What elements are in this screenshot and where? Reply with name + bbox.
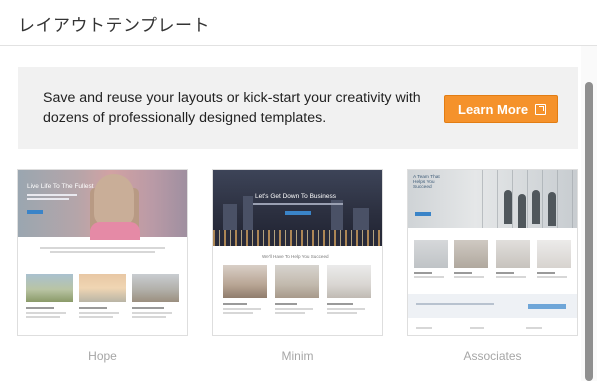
- thumbnail-text-line: [132, 307, 164, 309]
- thumbnail-text-line: [454, 276, 484, 278]
- thumbnail-button: [27, 210, 43, 214]
- thumbnail-text-line: [132, 316, 166, 318]
- thumbnail-hero-image: A Team That Helps You Succeed: [408, 170, 577, 228]
- thumbnail-text-line: [454, 272, 472, 274]
- thumbnail-text-line: [416, 327, 432, 329]
- thumbnail-text-line: [253, 203, 343, 205]
- thumbnail-section-title: We'll Have To Help You Succeed: [262, 254, 329, 259]
- thumbnail-image: [132, 274, 179, 302]
- thumbnail-text-line: [327, 308, 365, 310]
- thumbnail-text-line: [327, 303, 353, 305]
- template-thumbnail[interactable]: Let's Get Down To Business We'll Have To…: [213, 170, 382, 335]
- thumbnail-text-line: [275, 312, 305, 314]
- template-name: Associates: [463, 349, 522, 363]
- thumbnail-hero-title: Live Life To The Fullest: [27, 183, 94, 190]
- template-card-associates[interactable]: A Team That Helps You Succeed Associates: [408, 170, 577, 363]
- thumbnail-button: [285, 211, 311, 215]
- thumbnail-text-line: [416, 303, 494, 305]
- learn-more-label: Learn More: [458, 102, 529, 117]
- thumbnail-button: [415, 212, 431, 216]
- thumbnail-hero-title: Let's Get Down To Business: [255, 193, 336, 200]
- thumbnail-hero-image: Let's Get Down To Business: [213, 170, 382, 246]
- thumbnail-image: [275, 265, 319, 298]
- banner-text: Save and reuse your layouts or kick-star…: [43, 90, 421, 126]
- thumbnail-decoration: [504, 190, 512, 224]
- thumbnail-image: [327, 265, 371, 298]
- template-thumbnail[interactable]: A Team That Helps You Succeed: [408, 170, 577, 335]
- thumbnail-decoration: [90, 222, 140, 240]
- thumbnail-text-line: [132, 312, 172, 314]
- thumbnail-decoration: [223, 204, 237, 230]
- thumbnail-decoration: [94, 174, 134, 226]
- template-card-hope[interactable]: Live Life To The Fullest Hope: [18, 170, 187, 363]
- thumbnail-image: [414, 240, 448, 268]
- thumbnail-hero-title: A Team That Helps You Succeed: [413, 175, 440, 190]
- thumbnail-text-line: [26, 312, 66, 314]
- thumbnail-text-line: [537, 276, 567, 278]
- template-thumbnail[interactable]: Live Life To The Fullest: [18, 170, 187, 335]
- thumbnail-image: [454, 240, 488, 268]
- external-link-icon: [535, 104, 546, 115]
- template-name: Minim: [281, 349, 314, 363]
- thumbnail-decoration: [213, 230, 382, 246]
- thumbnail-decoration: [331, 200, 343, 230]
- thumbnail-text-line: [223, 312, 253, 314]
- thumbnail-text-line: [26, 307, 54, 309]
- thumbnail-decoration: [518, 194, 526, 228]
- thumbnail-text-line: [275, 303, 297, 305]
- thumbnail-text-line: [223, 303, 247, 305]
- thumbnail-text-line: [526, 327, 542, 329]
- thumbnail-hero-image: Live Life To The Fullest: [18, 170, 187, 240]
- thumbnail-text-line: [223, 308, 261, 310]
- thumbnail-text-line: [27, 194, 77, 196]
- thumbnail-text-line: [79, 316, 113, 318]
- learn-more-button[interactable]: Learn More: [444, 95, 558, 123]
- thumbnail-text-line: [79, 307, 107, 309]
- thumbnail-text-line: [470, 327, 484, 329]
- thumbnail-decoration: [548, 192, 556, 226]
- thumbnail-text-line: [414, 272, 432, 274]
- thumbnail-decoration: [243, 196, 253, 230]
- thumbnail-text-line: [26, 316, 60, 318]
- thumbnail-text-line: [327, 312, 357, 314]
- thumbnail-text-line: [40, 247, 165, 249]
- scrollbar-thumb[interactable]: [585, 82, 593, 381]
- thumbnail-text-line: [50, 251, 155, 253]
- promo-banner: Save and reuse your layouts or kick-star…: [18, 67, 578, 149]
- thumbnail-image: [537, 240, 571, 268]
- thumbnail-text-line: [79, 312, 119, 314]
- header: レイアウトテンプレート: [0, 0, 597, 46]
- thumbnail-text-line: [275, 308, 313, 310]
- thumbnail-image: [223, 265, 267, 298]
- thumbnail-text-line: [27, 198, 69, 200]
- thumbnail-text-line: [537, 272, 555, 274]
- thumbnail-image: [496, 240, 530, 268]
- template-card-minim[interactable]: Let's Get Down To Business We'll Have To…: [213, 170, 382, 363]
- thumbnail-button: [528, 304, 566, 309]
- thumbnail-text-line: [496, 272, 514, 274]
- page-title: レイアウトテンプレート: [18, 16, 210, 36]
- template-name: Hope: [88, 349, 117, 363]
- thumbnail-text-line: [496, 276, 526, 278]
- thumbnail-image: [79, 274, 126, 302]
- thumbnail-decoration: [353, 208, 369, 230]
- thumbnail-text-line: [414, 276, 444, 278]
- thumbnail-decoration: [532, 190, 540, 224]
- thumbnail-image: [26, 274, 73, 302]
